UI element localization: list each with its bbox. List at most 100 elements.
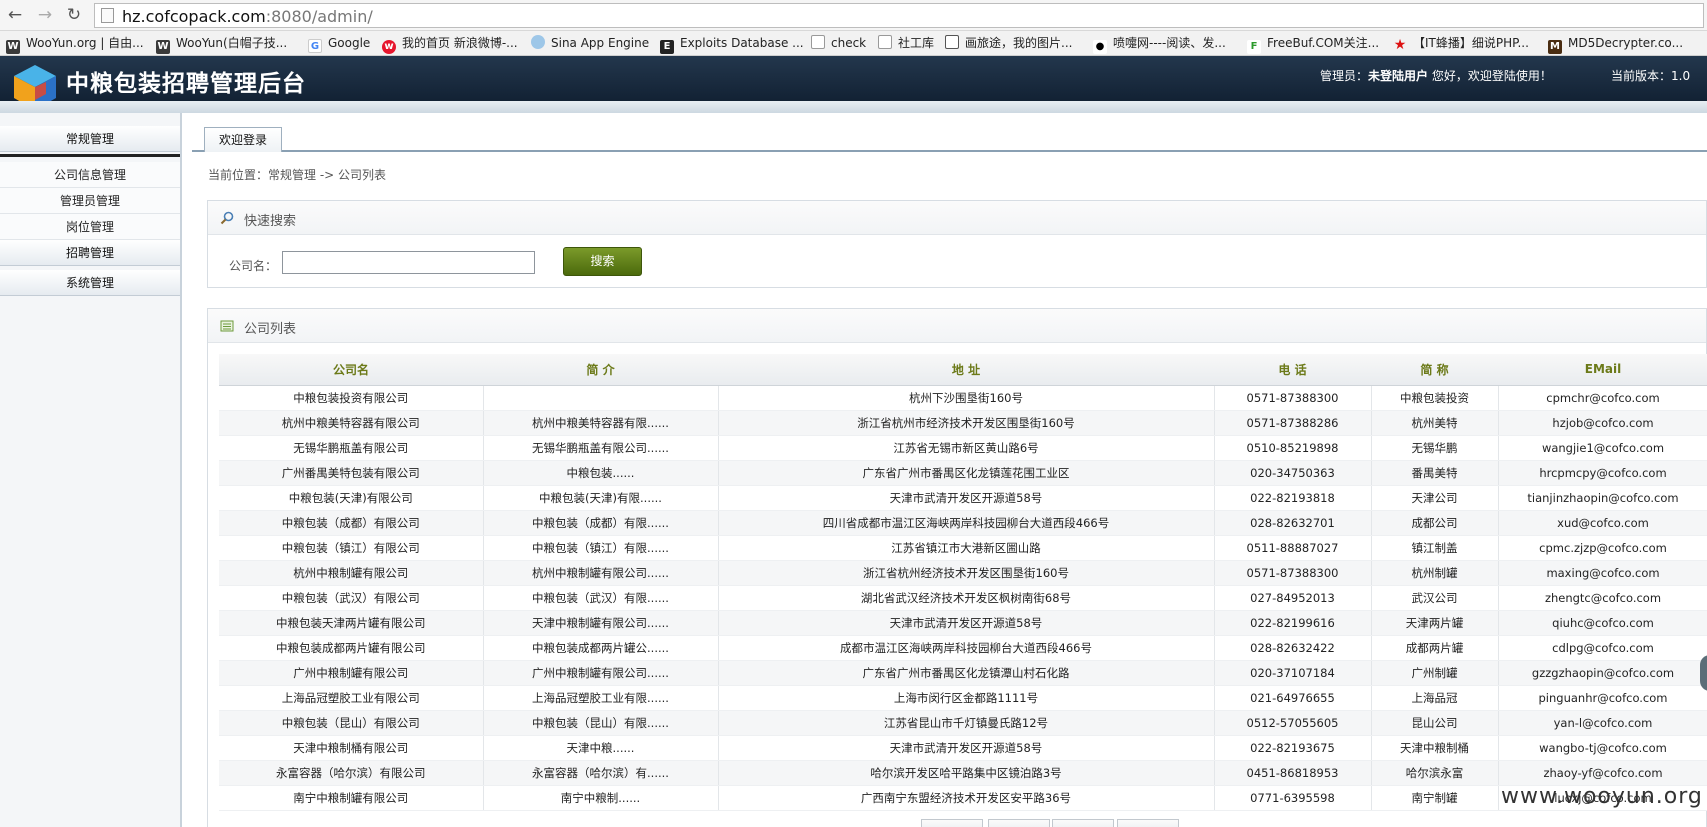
pager-next-button[interactable] (1052, 819, 1114, 827)
bookmark-label: Exploits Database ... (680, 36, 804, 50)
sidebar-section-recruit[interactable]: 招聘管理 (0, 240, 180, 266)
cell-phone: 0571-87388286 (1214, 410, 1372, 436)
bookmark-hualvtu[interactable]: 画旅途，我的图片... (945, 35, 1072, 52)
cell-intro: 天津中粮...... (483, 735, 719, 761)
column-header-email: EMail (1498, 354, 1707, 386)
cell-address: 广东省广州市番禺区化龙镇莲花围工业区 (718, 460, 1215, 486)
cell-address: 天津市武清开发区开源道58号 (718, 485, 1215, 511)
pentie-icon: ● (1093, 40, 1107, 54)
cell-email: hrcpmcpy@cofco.com (1498, 460, 1707, 486)
sidebar-item-company-info[interactable]: 公司信息管理 (0, 162, 180, 188)
company-name-input[interactable] (282, 251, 535, 274)
forward-icon[interactable]: → (34, 4, 56, 26)
cell-phone: 020-37107184 (1214, 660, 1372, 686)
back-icon[interactable]: ← (4, 4, 26, 26)
cell-short-name: 成都两片罐 (1371, 635, 1499, 661)
bookmark-label: Google (328, 36, 371, 50)
cell-address: 江苏省无锡市新区黄山路6号 (718, 435, 1215, 461)
cell-phone: 022-82193818 (1214, 485, 1372, 511)
page-icon (101, 8, 114, 23)
cell-phone: 0510-85219898 (1214, 435, 1372, 461)
cell-email: xud@cofco.com (1498, 510, 1707, 536)
cell-company: 中粮包装投资有限公司 (219, 385, 484, 411)
weibo-icon: w (382, 40, 396, 54)
sidebar-item-position[interactable]: 岗位管理 (0, 214, 180, 240)
sidebar-section-general[interactable]: 常规管理 (0, 126, 180, 152)
cloud-icon (531, 35, 545, 49)
bookmark-itfengbo[interactable]: ★ 【IT蜂播】细说PHP... (1393, 35, 1529, 52)
bookmark-google[interactable]: G Google (308, 35, 371, 53)
cell-address: 成都市温江区海峡两岸科技园柳台大道西段466号 (718, 635, 1215, 661)
table-row: 天津中粮制桶有限公司 天津中粮...... 天津市武清开发区开源道58号 022-82… (219, 735, 1707, 761)
sidebar-section-system[interactable]: 系统管理 (0, 270, 180, 296)
table-row: 中粮包装(天津)有限公司 中粮包装(天津)有限...... 天津市武清开发区开源道5… (219, 485, 1707, 511)
column-header-address: 地 址 (718, 354, 1214, 386)
search-button[interactable]: 搜索 (563, 247, 642, 276)
cell-phone: 0512-57055605 (1214, 710, 1372, 736)
bookmark-sae[interactable]: Sina App Engine (531, 35, 649, 52)
cell-phone: 022-82193675 (1214, 735, 1372, 761)
cell-short-name: 昆山公司 (1371, 710, 1499, 736)
cell-company: 中粮包装成都两片罐有限公司 (219, 635, 484, 661)
cell-intro: 杭州中粮美特容器有限...... (483, 410, 719, 436)
cell-address: 浙江省杭州市经济技术开发区围垦街160号 (718, 410, 1215, 436)
list-panel-header (208, 309, 1706, 343)
cell-email: qiuhc@cofco.com (1498, 610, 1707, 636)
cell-address: 广东省广州市番禺区化龙镇潭山村石化路 (718, 660, 1215, 686)
cell-phone: 0451-86818953 (1214, 760, 1372, 786)
table-row: 杭州中粮美特容器有限公司 杭州中粮美特容器有限...... 浙江省杭州市经济技术开发… (219, 410, 1707, 436)
cell-address: 哈尔滨开发区哈平路集中区镜泊路3号 (718, 760, 1215, 786)
cell-company: 南宁中粮制罐有限公司 (219, 785, 484, 811)
cell-address: 江苏省镇江市大港新区圌山路 (718, 535, 1215, 561)
bookmark-freebuf[interactable]: F FreeBuf.COM关注... (1247, 35, 1380, 54)
cell-company: 中粮包装（武汉）有限公司 (219, 585, 484, 611)
bookmark-label: Sina App Engine (551, 36, 650, 50)
cell-address: 上海市闵行区金都路1111号 (718, 685, 1215, 711)
bookmark-wooyun-2[interactable]: W WooYun(白帽子技... (156, 35, 287, 54)
bookmark-md5[interactable]: M MD5Decrypter.co... (1548, 35, 1684, 54)
admin-user: 未登陆用户 (1368, 69, 1429, 83)
table-row: 永富容器（哈尔滨）有限公司 永富容器（哈尔滨）有...... 哈尔滨开发区哈平路集中… (219, 760, 1707, 786)
tab-welcome[interactable]: 欢迎登录 (204, 127, 282, 152)
list-panel-title: 公司列表 (244, 322, 297, 337)
bookmark-exploitdb[interactable]: E Exploits Database ... (660, 35, 804, 54)
bookmark-pentie[interactable]: ● 喷嚏网----阅读、发... (1093, 35, 1226, 54)
bookmark-label: MD5Decrypter.co... (1568, 36, 1684, 50)
pager-prev-button[interactable] (988, 819, 1050, 827)
bookmark-label: FreeBuf.COM关注... (1267, 36, 1380, 50)
bookmark-weibo[interactable]: w 我的首页 新浪微博-... (382, 35, 518, 54)
column-header-company: 公司名 (219, 354, 483, 386)
cell-short-name: 无锡华鹏 (1371, 435, 1499, 461)
bookmark-label: check (831, 36, 867, 50)
bookmark-label: 画旅途，我的图片... (965, 36, 1073, 50)
wooyun-icon: W (156, 40, 170, 54)
bookmark-check[interactable]: check (811, 35, 866, 52)
cell-email: cpmc.zjzp@cofco.com (1498, 535, 1707, 561)
pager-first-button[interactable] (921, 819, 983, 827)
cell-intro: 中粮包装（武汉）有限...... (483, 585, 719, 611)
page-icon (811, 35, 825, 49)
cell-short-name: 成都公司 (1371, 510, 1499, 536)
sidebar-item-admin[interactable]: 管理员管理 (0, 188, 180, 214)
cell-short-name: 杭州美特 (1371, 410, 1499, 436)
cell-company: 无锡华鹏瓶盖有限公司 (219, 435, 484, 461)
cell-short-name: 天津中粮制桶 (1371, 735, 1499, 761)
url-path: :8080/admin/ (265, 7, 373, 26)
bookmark-wooyun-1[interactable]: W WooYun.org | 自由... (6, 35, 144, 54)
cell-company: 中粮包装（昆山）有限公司 (219, 710, 484, 736)
sidebar-active-indicator (0, 154, 180, 157)
bookmark-sgk[interactable]: 社工库 (878, 35, 934, 52)
search-panel-title: 快速搜索 (244, 214, 297, 229)
cell-intro: 南宁中粮制...... (483, 785, 719, 811)
pager-last-button[interactable] (1117, 819, 1179, 827)
cell-email: zhengtc@cofco.com (1498, 585, 1707, 611)
cell-intro (483, 385, 719, 411)
cell-company: 中粮包装（成都）有限公司 (219, 510, 484, 536)
cell-short-name: 广州制罐 (1371, 660, 1499, 686)
admin-greeting: 您好，欢迎登陆使用！ (1428, 69, 1552, 83)
cell-address: 广西南宁东盟经济技术开发区安平路36号 (718, 785, 1215, 811)
url-input[interactable]: hz.cofcopack.com:8080/admin/ (94, 3, 1704, 28)
reload-icon[interactable]: ↻ (63, 4, 85, 26)
table-row: 中粮包装（成都）有限公司 中粮包装（成都）有限...... 四川省成都市温江区海峡两… (219, 510, 1707, 536)
cell-email: cdlpg@cofco.com (1498, 635, 1707, 661)
